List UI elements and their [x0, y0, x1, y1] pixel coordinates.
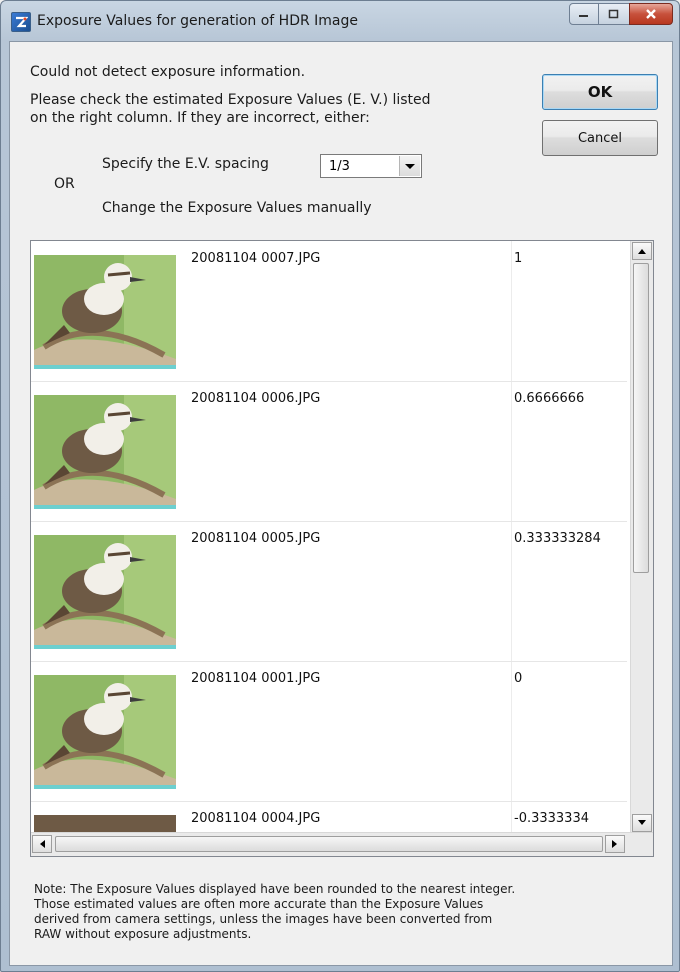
- filename-cell: 20081104 0006.JPG: [191, 391, 321, 406]
- maximize-icon: [608, 9, 619, 19]
- ok-button[interactable]: OK: [542, 74, 658, 110]
- image-list[interactable]: 20081104 0007.JPG 1 20081104 0006.JPG 0.…: [30, 240, 654, 857]
- horizontal-scroll-thumb[interactable]: [55, 836, 603, 852]
- scroll-left-button[interactable]: [32, 835, 52, 853]
- ev-spacing-select[interactable]: 1/3: [320, 154, 422, 178]
- status-message: Could not detect exposure information.: [30, 64, 306, 80]
- image-thumbnail: [34, 255, 176, 369]
- note-line-1: Note: The Exposure Values displayed have…: [34, 882, 516, 896]
- list-item[interactable]: 20081104 0007.JPG 1: [31, 241, 627, 382]
- maximize-button[interactable]: [599, 3, 629, 25]
- horizontal-scrollbar[interactable]: [31, 832, 653, 856]
- ev-spacing-value: 1/3: [329, 159, 350, 174]
- list-item[interactable]: 20081104 0001.JPG 0: [31, 661, 627, 802]
- note-line-2: Those estimated values are often more ac…: [34, 897, 484, 911]
- list-item[interactable]: 20081104 0006.JPG 0.6666666: [31, 381, 627, 522]
- scroll-down-icon: [638, 820, 646, 825]
- vertical-scroll-thumb[interactable]: [633, 263, 649, 573]
- scroll-down-button[interactable]: [632, 814, 652, 832]
- list-item[interactable]: 20081104 0004.JPG -0.3333334: [31, 801, 627, 833]
- close-button[interactable]: [629, 3, 673, 25]
- filename-cell: 20081104 0005.JPG: [191, 531, 321, 546]
- scroll-up-button[interactable]: [632, 242, 652, 260]
- dialog-window: Exposure Values for generation of HDR Im…: [0, 0, 680, 972]
- app-icon: [11, 12, 31, 32]
- image-rows: 20081104 0007.JPG 1 20081104 0006.JPG 0.…: [31, 241, 627, 833]
- caption-buttons: [569, 3, 673, 25]
- scroll-right-button[interactable]: [605, 835, 625, 853]
- or-label: OR: [54, 176, 75, 192]
- instruction-line-2: on the right column. If they are incorre…: [30, 110, 370, 126]
- manual-label: Change the Exposure Values manually: [102, 200, 372, 216]
- image-thumbnail: [34, 535, 176, 649]
- scroll-up-icon: [638, 249, 646, 254]
- scroll-right-icon: [612, 840, 617, 848]
- note-line-3: derived from camera settings, unless the…: [34, 912, 493, 926]
- filename-cell: 20081104 0007.JPG: [191, 251, 321, 266]
- note-line-4: RAW without exposure adjustments.: [34, 927, 252, 941]
- ev-value-cell[interactable]: 0: [514, 671, 522, 686]
- filename-cell: 20081104 0001.JPG: [191, 671, 321, 686]
- instruction-line-1: Please check the estimated Exposure Valu…: [30, 92, 431, 108]
- spacing-label: Specify the E.V. spacing: [102, 156, 269, 172]
- ev-value-cell[interactable]: 1: [514, 251, 522, 266]
- ev-value-cell[interactable]: 0.333333284: [514, 531, 601, 546]
- window-title: Exposure Values for generation of HDR Im…: [37, 13, 359, 29]
- image-thumbnail: [34, 815, 176, 833]
- vertical-scrollbar[interactable]: [630, 241, 653, 833]
- ev-value-cell[interactable]: -0.3333334: [514, 811, 589, 826]
- close-icon: [646, 9, 656, 19]
- image-thumbnail: [34, 395, 176, 509]
- rounding-note: Note: The Exposure Values displayed have…: [34, 882, 654, 942]
- list-item[interactable]: 20081104 0005.JPG 0.333333284: [31, 521, 627, 662]
- image-thumbnail: [34, 675, 176, 789]
- title-bar[interactable]: Exposure Values for generation of HDR Im…: [1, 1, 679, 41]
- dropdown-arrow-icon[interactable]: [399, 156, 420, 176]
- minimize-button[interactable]: [569, 3, 599, 25]
- ev-value-cell[interactable]: 0.6666666: [514, 391, 584, 406]
- cancel-button[interactable]: Cancel: [542, 120, 658, 156]
- dialog-client-area: Could not detect exposure information. P…: [9, 41, 673, 966]
- scroll-left-icon: [40, 840, 45, 848]
- filename-cell: 20081104 0004.JPG: [191, 811, 321, 826]
- minimize-icon: [579, 15, 588, 17]
